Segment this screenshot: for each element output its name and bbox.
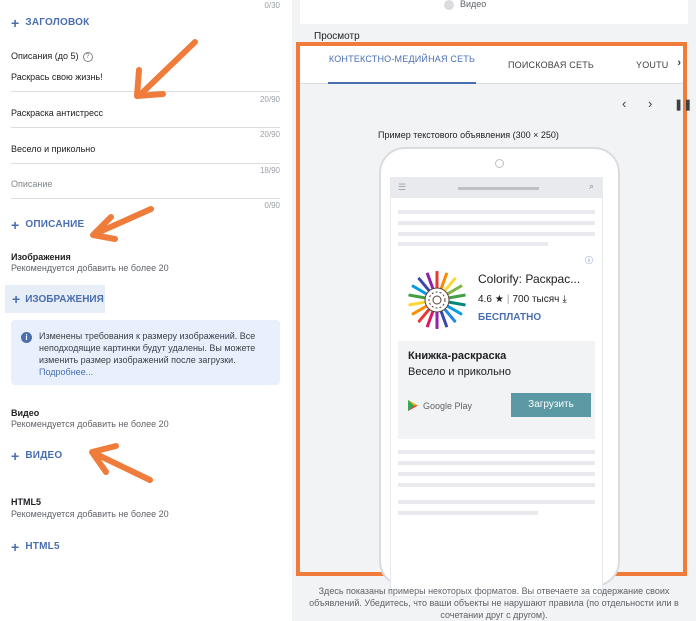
video-subtitle: Рекомендуется добавить не более 20: [11, 419, 169, 429]
add-headline-button[interactable]: + ЗАГОЛОВОК: [11, 14, 90, 31]
tab-search-network[interactable]: ПОИСКОВАЯ СЕТЬ: [496, 60, 606, 71]
format-strip: Видео: [300, 0, 688, 24]
phone-mockup: ☰ ⌕ ⓘ Colorify: Раскрас... 4.6 ★ | 700 т…: [379, 147, 620, 597]
installs-count: 700 тысяч: [512, 294, 560, 305]
plus-icon: +: [11, 447, 20, 464]
help-icon[interactable]: ?: [82, 51, 93, 62]
video-option-label: Видео: [460, 0, 487, 9]
app-name: Colorify: Раскрас...: [478, 272, 581, 286]
add-description-button[interactable]: + ОПИСАНИЕ: [11, 216, 85, 233]
description-3-counter: 18/90: [259, 166, 280, 175]
ad-format-caption: Пример текстового объявления (300 × 250): [378, 130, 559, 140]
add-images-button[interactable]: + ИЗОБРАЖЕНИЯ: [5, 285, 105, 313]
notice-text: Изменены требования к размеру изображени…: [39, 331, 256, 365]
video-title: Видео: [11, 408, 40, 418]
content-placeholder: [398, 232, 595, 236]
add-html5-button[interactable]: + HTML5: [11, 538, 60, 555]
content-placeholder: [398, 500, 595, 504]
descriptions-title-text: Описания (до 5): [11, 51, 79, 61]
description-1-counter: 20/90: [259, 95, 280, 104]
app-price: БЕСПЛАТНО: [478, 312, 542, 323]
content-placeholder: [398, 483, 595, 487]
phone-screen: ☰ ⌕ ⓘ Colorify: Раскрас... 4.6 ★ | 700 т…: [390, 177, 603, 597]
add-html5-label: HTML5: [25, 541, 60, 552]
description-3-value: Весело и прикольно: [11, 144, 96, 154]
plus-icon: +: [11, 538, 20, 555]
content-placeholder: [398, 242, 548, 246]
content-placeholder: [398, 210, 595, 214]
divider: |: [506, 294, 510, 305]
add-description-label: ОПИСАНИЕ: [25, 219, 85, 230]
menu-icon: ☰: [398, 182, 407, 192]
rating-value: 4.6: [478, 294, 492, 305]
annotation-arrow-add-description: [90, 206, 154, 242]
preview-panel: Видео Просмотр КОНТЕКСТНО-МЕДИЙНАЯ СЕТЬ …: [292, 0, 696, 621]
install-button[interactable]: Загрузить: [511, 393, 591, 417]
google-play-icon: [408, 400, 418, 411]
description-field-3[interactable]: Весело и прикольно: [11, 144, 280, 164]
plus-icon: +: [12, 291, 21, 307]
add-headline-label: ЗАГОЛОВОК: [25, 17, 90, 28]
description-4-counter: 0/90: [264, 201, 280, 210]
add-video-label: ВИДЕО: [25, 450, 63, 461]
content-placeholder: [398, 221, 595, 225]
previous-icon[interactable]: ‹: [622, 96, 626, 111]
next-icon[interactable]: ›: [648, 96, 652, 111]
content-placeholder: [398, 461, 595, 465]
annotation-arrow-descriptions: [134, 39, 198, 99]
annotation-arrow-add-video: [89, 443, 153, 483]
store-name: Google Play: [423, 400, 473, 411]
tab-youtube[interactable]: YOUTU: [636, 60, 676, 71]
app-rating: 4.6 ★ | 700 тысяч ⤓: [478, 294, 567, 305]
description-2-value: Раскраска антистресс: [11, 108, 104, 118]
html5-subtitle: Рекомендуется добавить не более 20: [11, 509, 169, 519]
content-placeholder: [398, 472, 595, 476]
download-icon: ⤓: [562, 294, 567, 305]
description-field-4[interactable]: Описание: [11, 179, 280, 199]
url-placeholder: [458, 187, 539, 190]
google-play-badge: Google Play: [408, 400, 472, 411]
browser-bar: ☰ ⌕: [391, 178, 602, 198]
active-tab-indicator: [328, 82, 476, 84]
star-icon: ★: [494, 294, 504, 305]
ad-info-icon[interactable]: ⓘ: [585, 255, 593, 266]
ad-description: Весело и прикольно: [408, 366, 511, 378]
highlighted-preview-frame: КОНТЕКСТНО-МЕДИЙНАЯ СЕТЬ ПОИСКОВАЯ СЕТЬ …: [296, 42, 692, 597]
description-1-value: Раскрась свою жизнь!: [11, 72, 103, 82]
images-subtitle: Рекомендуется добавить не более 20: [11, 263, 169, 273]
app-logo: [408, 271, 466, 329]
preview-tabs: КОНТЕКСТНО-МЕДИЙНАЯ СЕТЬ ПОИСКОВАЯ СЕТЬ …: [300, 46, 683, 84]
plus-icon: +: [11, 14, 20, 31]
ad-headline: Книжка-раскраска: [408, 350, 507, 362]
ad-body: Книжка-раскраска Весело и прикольно Goog…: [398, 341, 595, 439]
plus-icon: +: [11, 216, 20, 233]
sample-ad[interactable]: ⓘ Colorify: Раскрас... 4.6 ★ | 700 тысяч…: [398, 253, 595, 439]
pause-icon[interactable]: ❚❚: [674, 98, 692, 111]
html5-title: HTML5: [11, 497, 41, 507]
images-title: Изображения: [11, 252, 71, 262]
chevron-right-icon[interactable]: ›: [677, 57, 681, 69]
preview-title: Просмотр: [314, 31, 360, 42]
add-video-button[interactable]: + ВИДЕО: [11, 447, 63, 464]
radio-icon[interactable]: [444, 0, 454, 10]
info-icon: i: [21, 332, 32, 343]
description-field-2[interactable]: Раскраска антистресс: [11, 108, 280, 128]
search-icon: ⌕: [588, 181, 594, 191]
learn-more-link[interactable]: Подробнее...: [39, 367, 93, 377]
add-images-label: ИЗОБРАЖЕНИЯ: [25, 293, 104, 305]
tab-display-network[interactable]: КОНТЕКСТНО-МЕДИЙНАЯ СЕТЬ: [328, 54, 476, 65]
headline-counter: 0/30: [264, 1, 280, 10]
camera-icon: [495, 159, 504, 168]
image-requirements-notice: i Изменены требования к размеру изображе…: [11, 320, 280, 385]
description-2-counter: 20/90: [259, 130, 280, 139]
description-4-placeholder: Описание: [11, 179, 53, 189]
descriptions-title: Описания (до 5)?: [11, 51, 93, 62]
content-placeholder: [398, 511, 538, 515]
preview-disclaimer: Здесь показаны примеры некоторых формато…: [309, 586, 679, 620]
asset-editor-panel: 0/30 + ЗАГОЛОВОК Описания (до 5)? Раскра…: [0, 0, 292, 621]
content-placeholder: [398, 450, 595, 454]
